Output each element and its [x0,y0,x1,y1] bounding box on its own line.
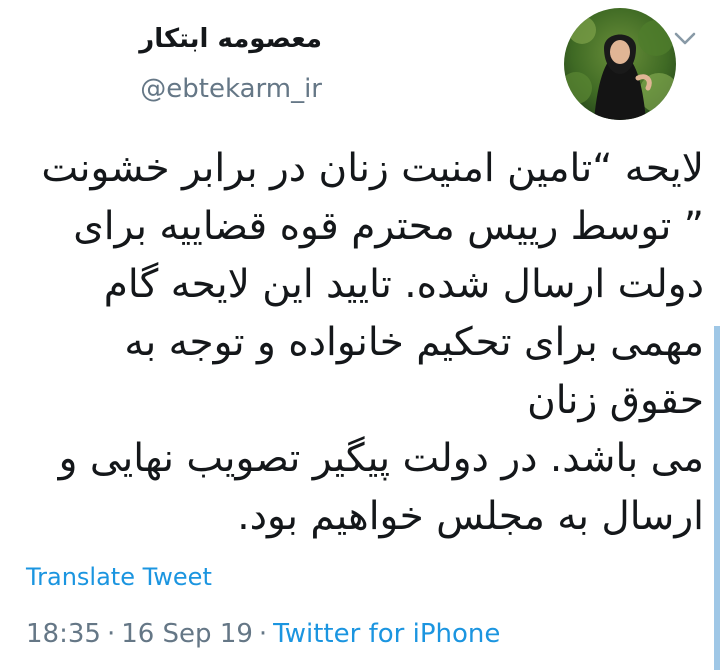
chevron-down-icon[interactable] [670,24,700,54]
display-name[interactable]: معصومه ابتکار [139,24,322,54]
user-handle[interactable]: @ebtekarm_ir [140,74,322,104]
meta-separator: · [258,619,268,649]
tweet-meta: 18:35 · 16 Sep 19 · Twitter for iPhone [26,619,500,649]
tweet-source-link[interactable]: Twitter for iPhone [273,619,500,649]
tweet-date: 16 Sep 19 [121,619,253,649]
tweet-body: لایحه “تامین امنیت زنان در برابر خشونت ”… [41,146,704,539]
tweet-time: 18:35 [26,619,101,649]
translate-tweet-link[interactable]: Translate Tweet [26,563,212,591]
scrollbar-thumb[interactable] [714,326,720,670]
avatar[interactable] [564,8,676,120]
meta-separator: · [106,619,116,649]
tweet-card: معصومه ابتکار @ebtekarm_ir لایحه “تامین … [0,0,720,670]
